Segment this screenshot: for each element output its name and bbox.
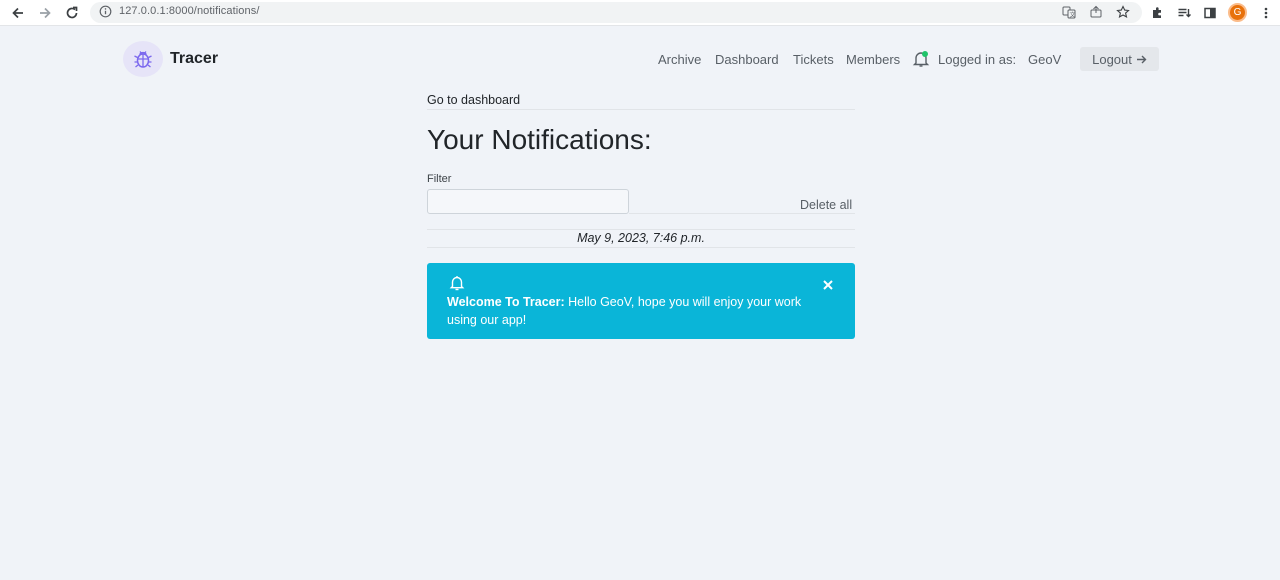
divider	[427, 247, 855, 248]
delete-all-button[interactable]: Delete all	[800, 198, 852, 212]
profile-avatar[interactable]: G	[1228, 3, 1247, 22]
logout-label: Logout	[1092, 51, 1132, 67]
notification-date: May 9, 2023, 7:46 p.m.	[577, 231, 705, 245]
site-info-icon[interactable]	[99, 5, 112, 23]
back-icon[interactable]	[8, 3, 28, 23]
browser-toolbar: 127.0.0.1:8000/notifications/ 文 G	[0, 0, 1280, 26]
arrow-right-icon	[1136, 55, 1147, 63]
unread-indicator	[922, 51, 928, 57]
filter-input[interactable]	[427, 189, 629, 214]
side-panel-icon[interactable]	[1200, 3, 1220, 23]
logged-in-username: GeoV	[1028, 52, 1062, 67]
notification-heading: Welcome To Tracer:	[447, 295, 565, 309]
forward-icon[interactable]	[35, 3, 55, 23]
page-title: Your Notifications:	[427, 124, 652, 155]
bell-icon	[449, 275, 465, 291]
divider	[629, 213, 855, 214]
nav-link-dashboard[interactable]: Dashboard	[715, 52, 779, 67]
logout-button[interactable]: Logout	[1080, 47, 1159, 71]
url-text[interactable]: 127.0.0.1:8000/notifications/	[119, 5, 260, 17]
extensions-icon[interactable]	[1147, 3, 1167, 23]
bug-logo-icon[interactable]	[123, 41, 163, 77]
logged-in-label: Logged in as:	[938, 52, 1017, 67]
svg-text:文: 文	[1070, 11, 1076, 19]
close-icon[interactable]	[820, 277, 836, 293]
share-icon[interactable]	[1089, 5, 1103, 24]
more-menu-icon[interactable]	[1256, 3, 1276, 23]
notification-alert: Welcome To Tracer: Hello GeoV, hope you …	[427, 263, 855, 339]
nav-link-tickets[interactable]: Tickets	[793, 52, 834, 67]
brand-name[interactable]: Tracer	[170, 50, 218, 68]
divider	[427, 229, 855, 230]
translate-icon[interactable]: 文	[1062, 5, 1076, 24]
divider	[427, 109, 855, 110]
nav-link-archive[interactable]: Archive	[658, 52, 701, 67]
nav-link-members[interactable]: Members	[846, 52, 900, 67]
filter-label: Filter	[427, 173, 452, 185]
reload-icon[interactable]	[62, 3, 82, 23]
bookmark-star-icon[interactable]	[1116, 5, 1130, 24]
address-bar[interactable]: 127.0.0.1:8000/notifications/ 文	[90, 2, 1142, 23]
notification-message: Welcome To Tracer: Hello GeoV, hope you …	[447, 293, 807, 329]
reading-list-icon[interactable]	[1174, 3, 1194, 23]
go-to-dashboard-link[interactable]: Go to dashboard	[427, 93, 520, 107]
